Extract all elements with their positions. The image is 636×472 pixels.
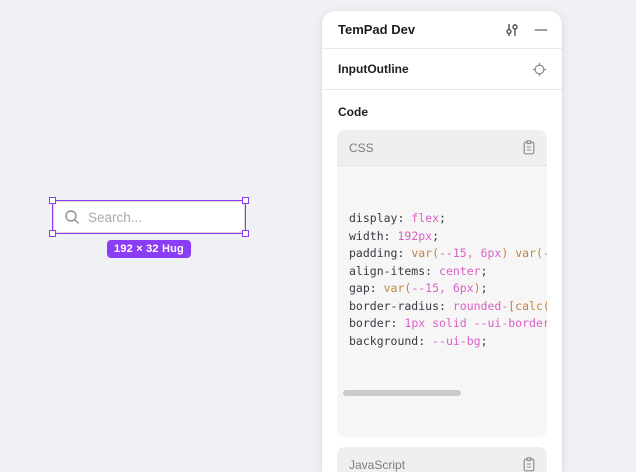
selection-handle-bottom-right[interactable]	[242, 230, 249, 237]
component-name: InputOutline	[338, 62, 532, 76]
css-card-label: CSS	[349, 141, 522, 155]
search-input-component[interactable]: Search...	[53, 201, 245, 233]
css-code-card: CSS display: flex;width: 192px;padding: …	[337, 130, 547, 437]
selection-size-badge: 192 × 32 Hug	[107, 240, 191, 258]
search-placeholder-text: Search...	[88, 210, 142, 225]
css-code-lines: display: flex;width: 192px;padding: var(…	[349, 210, 547, 350]
magnifier-icon	[64, 209, 80, 225]
clipboard-copy-icon[interactable]	[522, 140, 536, 155]
css-card-header: CSS	[337, 130, 547, 166]
selection-handle-top-right[interactable]	[242, 197, 249, 204]
crosshair-target-icon[interactable]	[532, 62, 547, 77]
scrollbar-thumb[interactable]	[343, 390, 461, 396]
minimize-icon[interactable]	[534, 23, 548, 37]
js-card-header: JavaScript	[337, 447, 547, 472]
selection-handle-top-left[interactable]	[49, 197, 56, 204]
selection-handle-bottom-left[interactable]	[49, 230, 56, 237]
code-section-label: Code	[322, 90, 562, 130]
panel-title: TemPad Dev	[338, 22, 504, 37]
panel-header: TemPad Dev	[322, 11, 562, 49]
selection-overlay: Search...	[53, 201, 245, 233]
clipboard-copy-icon[interactable]	[522, 457, 536, 472]
settings-sliders-icon[interactable]	[504, 22, 520, 38]
css-code-body: display: flex;width: 192px;padding: var(…	[337, 166, 547, 437]
selected-component-row: InputOutline	[322, 49, 562, 90]
horizontal-scrollbar[interactable]	[343, 388, 547, 398]
js-card-label: JavaScript	[349, 458, 522, 472]
js-code-card: JavaScript { display: 'flex', width: '19…	[337, 447, 547, 472]
tempad-dev-panel: TemPad Dev InputOutline	[322, 11, 562, 472]
